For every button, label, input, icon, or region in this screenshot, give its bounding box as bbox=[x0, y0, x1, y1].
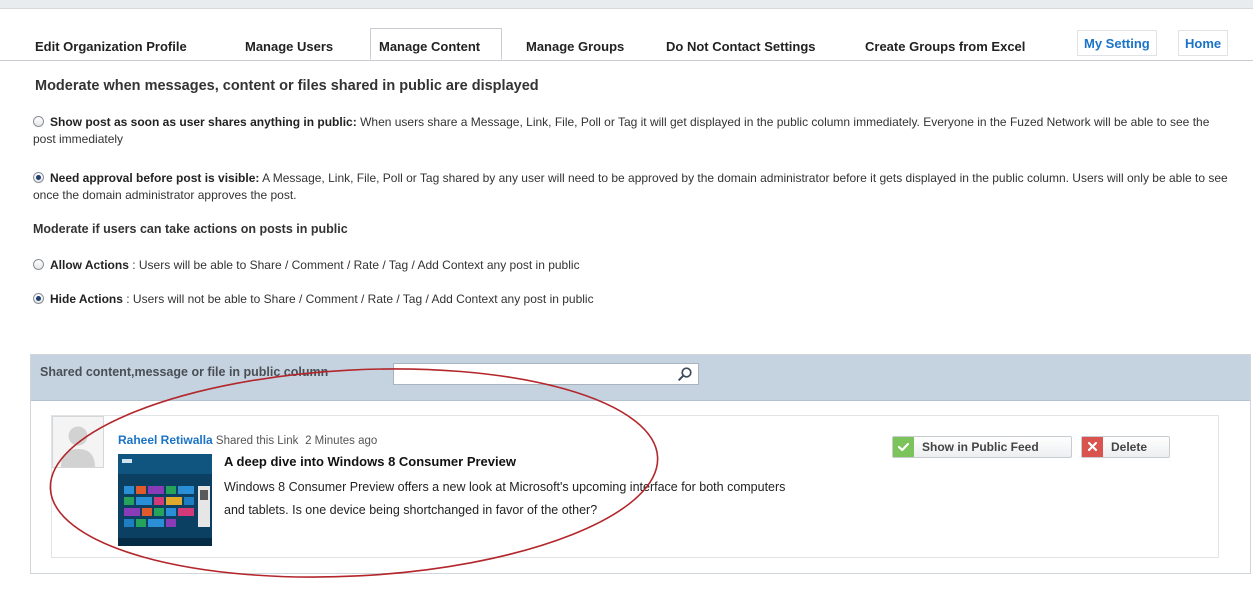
user-silhouette-icon bbox=[53, 417, 103, 467]
author-name-link[interactable]: Raheel Retiwalla bbox=[118, 433, 213, 447]
option-allow-actions: Allow Actions : Users will be able to Sh… bbox=[33, 257, 1228, 274]
admin-tabs: Edit Organization Profile Manage Users M… bbox=[35, 28, 1245, 60]
post-time: 2 Minutes ago bbox=[305, 435, 378, 447]
option-hide-actions: Hide Actions : Users will not be able to… bbox=[33, 291, 1228, 308]
shared-content-panel: Shared content,message or file in public… bbox=[30, 354, 1251, 574]
option-title: Show post as soon as user shares anythin… bbox=[50, 115, 357, 129]
moderation-heading: Moderate when messages, content or files… bbox=[35, 78, 539, 94]
show-in-public-feed-button[interactable]: Show in Public Feed bbox=[892, 436, 1072, 458]
option-title: Hide Actions bbox=[50, 292, 123, 306]
post-author-line: Raheel Retiwalla Shared this Link 2 Minu… bbox=[118, 433, 377, 447]
delete-button[interactable]: Delete bbox=[1081, 436, 1170, 458]
tab-do-not-contact-settings[interactable]: Do Not Contact Settings bbox=[666, 32, 816, 60]
tab-edit-organization-profile[interactable]: Edit Organization Profile bbox=[35, 32, 187, 60]
radio-need-approval[interactable] bbox=[33, 172, 44, 183]
radio-hide-actions[interactable] bbox=[33, 293, 44, 304]
tab-create-groups-from-excel[interactable]: Create Groups from Excel bbox=[865, 32, 1025, 60]
option-text: : Users will not be able to Share / Comm… bbox=[122, 292, 594, 306]
close-icon bbox=[1082, 437, 1103, 457]
radio-show-immediately[interactable] bbox=[33, 116, 44, 127]
search-icon[interactable] bbox=[677, 366, 693, 382]
shared-post: Raheel Retiwalla Shared this Link 2 Minu… bbox=[51, 415, 1219, 558]
option-title: Need approval before post is visible: bbox=[50, 171, 260, 185]
show-button-label: Show in Public Feed bbox=[922, 440, 1039, 454]
option-show-immediately: Show post as soon as user shares anythin… bbox=[33, 114, 1228, 148]
checkmark-icon bbox=[893, 437, 914, 457]
post-title-link[interactable]: A deep dive into Windows 8 Consumer Prev… bbox=[224, 454, 516, 469]
tab-manage-content[interactable]: Manage Content bbox=[370, 28, 502, 60]
actions-heading: Moderate if users can take actions on po… bbox=[33, 222, 348, 236]
link-my-setting[interactable]: My Setting bbox=[1077, 30, 1157, 56]
avatar bbox=[52, 416, 104, 468]
link-home[interactable]: Home bbox=[1178, 30, 1229, 56]
search-box bbox=[393, 363, 699, 385]
option-need-approval: Need approval before post is visible: A … bbox=[33, 170, 1228, 204]
post-action: Shared this Link bbox=[212, 435, 299, 447]
tab-manage-users[interactable]: Manage Users bbox=[245, 32, 333, 60]
post-thumbnail bbox=[118, 454, 212, 546]
post-description: Windows 8 Consumer Preview offers a new … bbox=[224, 480, 786, 517]
search-input[interactable] bbox=[398, 365, 672, 385]
delete-button-label: Delete bbox=[1111, 440, 1148, 454]
tab-divider bbox=[0, 60, 1253, 61]
windows-tiles-image bbox=[118, 454, 212, 546]
option-text: : Users will be able to Share / Comment … bbox=[128, 258, 580, 272]
panel-header: Shared content,message or file in public… bbox=[31, 355, 1250, 401]
option-title: Allow Actions bbox=[50, 258, 129, 272]
panel-title: Shared content,message or file in public… bbox=[40, 365, 329, 379]
tab-manage-groups[interactable]: Manage Groups bbox=[526, 32, 624, 60]
top-strip bbox=[0, 0, 1253, 9]
radio-allow-actions[interactable] bbox=[33, 259, 44, 270]
